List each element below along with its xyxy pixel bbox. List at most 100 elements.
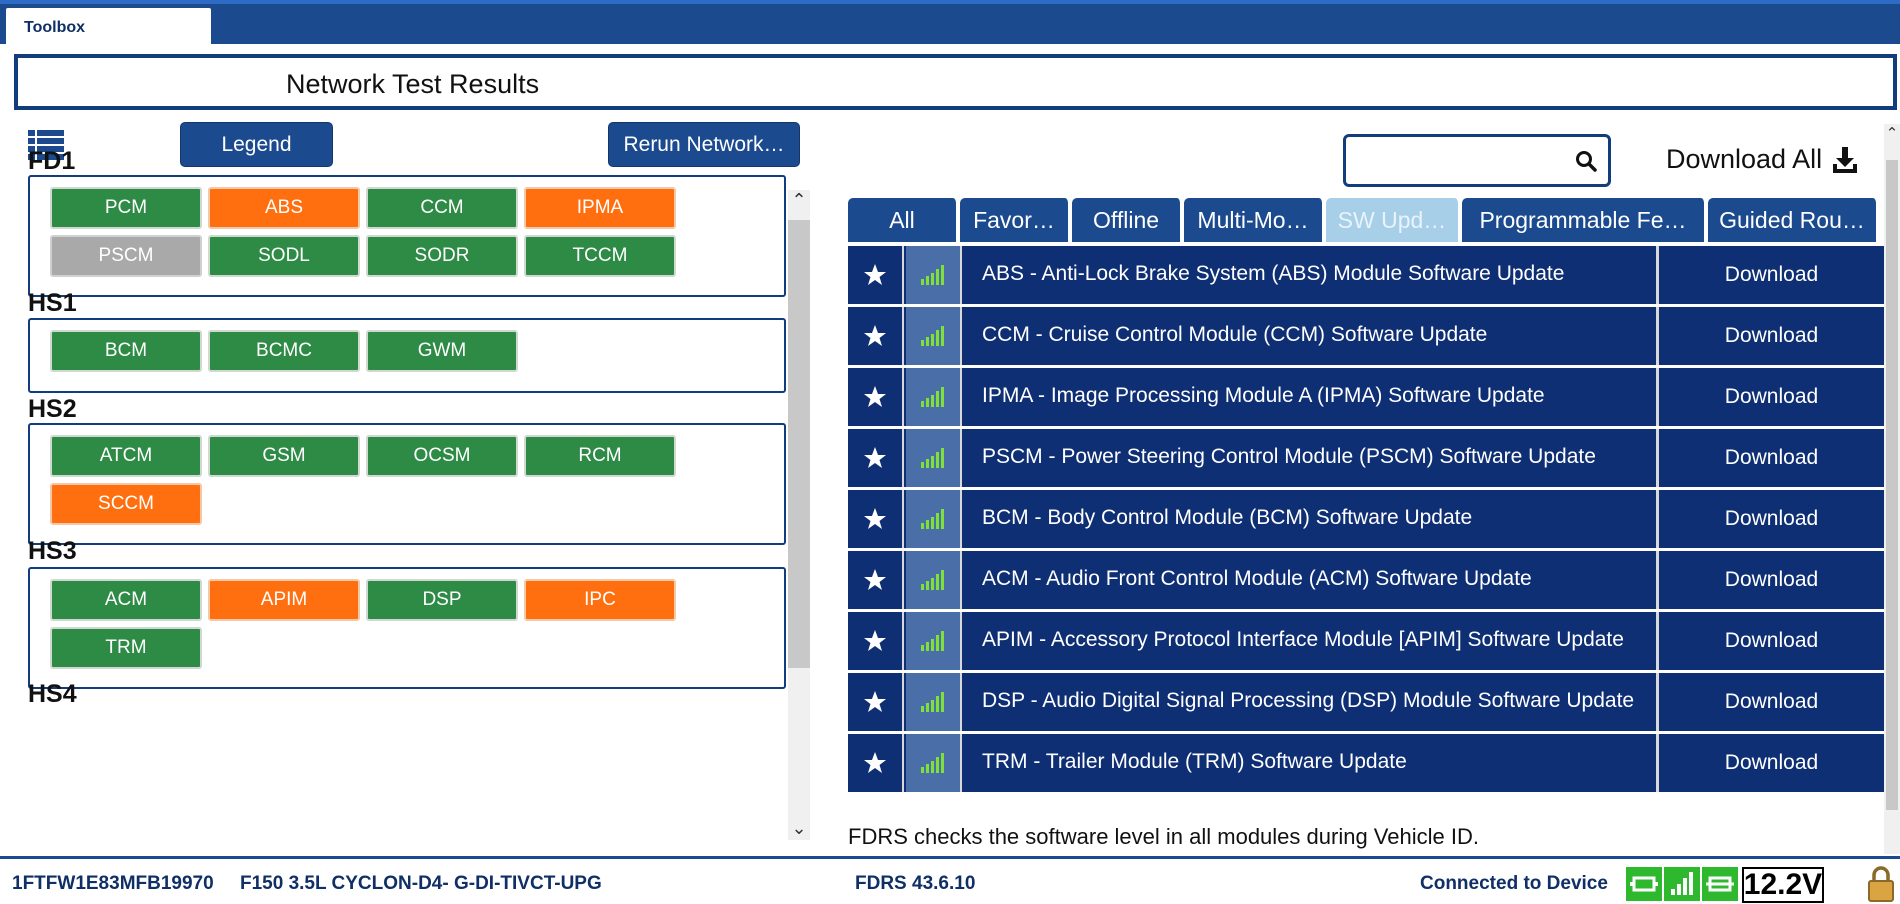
- module-button[interactable]: GWM: [366, 330, 518, 372]
- update-description: DSP - Audio Digital Signal Processing (D…: [982, 689, 1635, 712]
- download-button[interactable]: Download: [1656, 551, 1884, 609]
- download-icon: [1833, 146, 1858, 173]
- download-button[interactable]: Download: [1656, 673, 1884, 731]
- tab-filter[interactable]: Multi-Mo…: [1184, 198, 1324, 242]
- module-button[interactable]: GSM: [208, 435, 360, 477]
- download-button[interactable]: Download: [1656, 429, 1884, 487]
- device-link-icon: [1626, 867, 1662, 901]
- network-list: PCM ABS CCM IPMA PSCM SODL SODR TCCM BCM BCMC GWM A…: [0, 175, 810, 855]
- tab-filter[interactable]: Offline: [1072, 198, 1182, 242]
- module-button[interactable]: CCM: [366, 187, 518, 229]
- module-button[interactable]: PCM: [50, 187, 202, 229]
- scroll-up-icon[interactable]: ⌃: [788, 190, 810, 212]
- module-button[interactable]: TCCM: [524, 235, 676, 277]
- favorite-star-icon[interactable]: [848, 612, 904, 670]
- module-button[interactable]: RCM: [524, 435, 676, 477]
- update-row[interactable]: DSP - Audio Digital Signal Processing (D…: [848, 673, 1884, 731]
- module-button[interactable]: SODR: [366, 235, 518, 277]
- download-button[interactable]: Download: [1656, 246, 1884, 304]
- module-button[interactable]: ATCM: [50, 435, 202, 477]
- update-row[interactable]: APIM - Accessory Protocol Interface Modu…: [848, 612, 1884, 670]
- favorite-star-icon[interactable]: [848, 429, 904, 487]
- module-button[interactable]: PSCM: [50, 235, 202, 277]
- module-button[interactable]: IPC: [524, 579, 676, 621]
- module-button[interactable]: OCSM: [366, 435, 518, 477]
- download-button[interactable]: Download: [1656, 734, 1884, 792]
- left-scrollbar[interactable]: ⌃ ⌄: [788, 190, 810, 840]
- update-row[interactable]: IPMA - Image Processing Module A (IPMA) …: [848, 368, 1884, 426]
- download-button[interactable]: Download: [1656, 612, 1884, 670]
- update-description: IPMA - Image Processing Module A (IPMA) …: [982, 384, 1545, 407]
- search-input[interactable]: [1354, 145, 1564, 175]
- update-row[interactable]: CCM - Cruise Control Module (CCM) Softwa…: [848, 307, 1884, 365]
- module-button[interactable]: ABS: [208, 187, 360, 229]
- favorite-star-icon[interactable]: [848, 368, 904, 426]
- module-button[interactable]: IPMA: [524, 187, 676, 229]
- signal-bars-icon: [906, 307, 962, 365]
- right-scroll-thumb[interactable]: [1886, 160, 1898, 810]
- update-description: ACM - Audio Front Control Module (ACM) S…: [982, 567, 1532, 590]
- scroll-down-icon[interactable]: ⌄: [788, 818, 810, 840]
- favorite-star-icon[interactable]: [848, 246, 904, 304]
- vehicle-text: F150 3.5L CYCLON-D4- G-DI-TIVCT-UPG: [240, 873, 602, 894]
- favorite-star-icon[interactable]: [848, 734, 904, 792]
- signal-bars-icon: [906, 246, 962, 304]
- favorite-star-icon[interactable]: [848, 551, 904, 609]
- info-note: FDRS checks the software level in all mo…: [848, 824, 1479, 849]
- update-description: PSCM - Power Steering Control Module (PS…: [982, 445, 1596, 468]
- update-description: BCM - Body Control Module (BCM) Software…: [982, 506, 1473, 529]
- tab-toolbox[interactable]: Toolbox: [6, 8, 211, 48]
- signal-bars-icon: [906, 673, 962, 731]
- vin-text: 1FTFW1E83MFB19970: [12, 873, 214, 894]
- rerun-network-button[interactable]: Rerun Network…: [608, 122, 800, 167]
- app-window: Toolbox Network Test Results Legend Reru…: [0, 0, 1900, 904]
- battery-voltage: 12.2V: [1742, 867, 1824, 903]
- tab-filter[interactable]: SW Upd…: [1326, 198, 1460, 242]
- update-description: CCM - Cruise Control Module (CCM) Softwa…: [982, 323, 1488, 346]
- network-label: HS3: [28, 537, 77, 565]
- right-scrollbar[interactable]: ⌃: [1884, 124, 1900, 854]
- update-row[interactable]: ABS - Anti-Lock Brake System (ABS) Modul…: [848, 246, 1884, 304]
- module-button[interactable]: BCM: [50, 330, 202, 372]
- network-label: FD1: [28, 147, 76, 175]
- search-field[interactable]: [1343, 134, 1611, 187]
- module-button[interactable]: SODL: [208, 235, 360, 277]
- tab-filter[interactable]: Guided Rou…: [1708, 198, 1878, 242]
- update-row[interactable]: PSCM - Power Steering Control Module (PS…: [848, 429, 1884, 487]
- module-button[interactable]: APIM: [208, 579, 360, 621]
- update-row[interactable]: TRM - Trailer Module (TRM) Software Upda…: [848, 734, 1884, 792]
- network-label: HS1: [28, 289, 77, 317]
- page-title: Network Test Results: [286, 69, 540, 99]
- network-group: BCM BCMC GWM: [28, 318, 786, 393]
- search-icon[interactable]: [1574, 149, 1598, 173]
- signal-strength-icon: [1664, 867, 1700, 901]
- tab-filter[interactable]: All: [848, 198, 958, 242]
- tab-filter[interactable]: Programmable Fe…: [1462, 198, 1706, 242]
- signal-bars-icon: [906, 429, 962, 487]
- download-button[interactable]: Download: [1656, 307, 1884, 365]
- download-all-button[interactable]: Download All: [1666, 144, 1860, 175]
- update-row[interactable]: ACM - Audio Front Control Module (ACM) S…: [848, 551, 1884, 609]
- scroll-up-icon[interactable]: ⌃: [1884, 124, 1900, 146]
- module-button[interactable]: ACM: [50, 579, 202, 621]
- download-all-label: Download All: [1666, 144, 1823, 174]
- module-button[interactable]: TRM: [50, 627, 202, 669]
- favorite-star-icon[interactable]: [848, 490, 904, 548]
- left-scroll-thumb[interactable]: [788, 220, 810, 668]
- legend-button[interactable]: Legend: [180, 122, 333, 167]
- download-button[interactable]: Download: [1656, 490, 1884, 548]
- update-row[interactable]: BCM - Body Control Module (BCM) Software…: [848, 490, 1884, 548]
- page-title-box: Network Test Results: [14, 54, 1897, 110]
- network-label: HS2: [28, 395, 77, 423]
- module-button[interactable]: SCCM: [50, 483, 202, 525]
- lock-icon[interactable]: [1866, 865, 1896, 903]
- network-label: HS4: [28, 680, 77, 708]
- module-button[interactable]: DSP: [366, 579, 518, 621]
- download-button[interactable]: Download: [1656, 368, 1884, 426]
- module-button[interactable]: BCMC: [208, 330, 360, 372]
- update-description: ABS - Anti-Lock Brake System (ABS) Modul…: [982, 262, 1565, 285]
- favorite-star-icon[interactable]: [848, 673, 904, 731]
- favorite-star-icon[interactable]: [848, 307, 904, 365]
- tab-filter[interactable]: Favor…: [960, 198, 1070, 242]
- update-description: APIM - Accessory Protocol Interface Modu…: [982, 628, 1624, 651]
